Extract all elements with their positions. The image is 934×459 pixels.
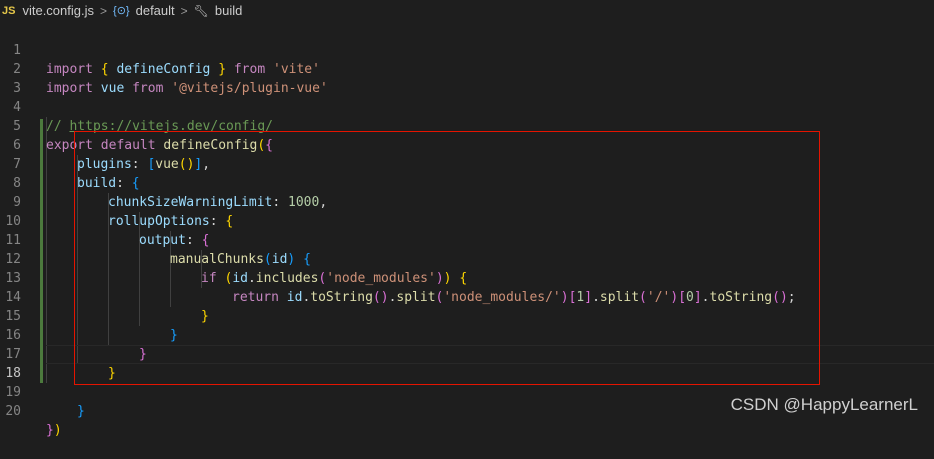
breadcrumb-file[interactable]: vite.config.js: [22, 3, 94, 18]
code-line: 4 // https://vitejs.dev/config/: [0, 79, 934, 134]
code-line: 1 import { defineConfig } from 'vite': [0, 22, 934, 77]
code-line: 3: [0, 60, 934, 96]
breadcrumb: JS vite.config.js > {⊙} default > 🔧︎ bui…: [0, 0, 934, 21]
code-line: 5 export default defineConfig({: [0, 98, 934, 153]
chevron-right-icon: >: [100, 3, 108, 18]
javascript-file-icon: JS: [2, 4, 16, 17]
object-symbol-icon: {⊙}: [113, 5, 130, 17]
highlight-box: [74, 131, 820, 385]
chevron-right-icon: >: [180, 3, 188, 18]
wrench-icon: 🔧︎: [193, 3, 209, 18]
line-number: 20: [5, 404, 21, 419]
code-line: 2 import vue from '@vitejs/plugin-vue': [0, 41, 934, 96]
watermark: CSDN @HappyLearnerL: [730, 395, 918, 414]
breadcrumb-symbol-build[interactable]: build: [215, 3, 242, 18]
breadcrumb-symbol-default[interactable]: default: [136, 3, 175, 18]
code-text: }: [77, 404, 85, 419]
code-text: }): [46, 423, 62, 438]
